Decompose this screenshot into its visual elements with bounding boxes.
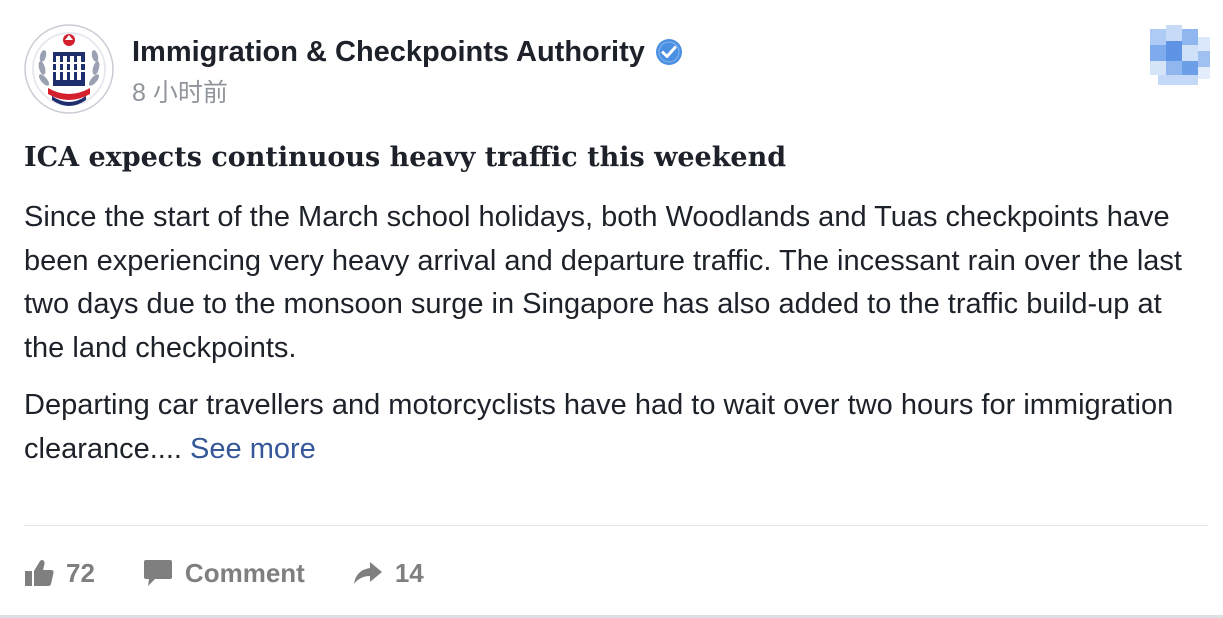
facebook-post-card: Immigration & Checkpoints Authority 8 小时… xyxy=(0,0,1223,618)
see-more-link[interactable]: See more xyxy=(190,433,316,465)
actions-divider xyxy=(24,525,1208,526)
share-arrow-icon xyxy=(353,561,383,585)
comment-label: Comment xyxy=(184,557,305,588)
author-row: Immigration & Checkpoints Authority xyxy=(132,33,683,71)
post-body-paragraph: Since the start of the March school holi… xyxy=(24,201,1182,364)
post-options-button[interactable] xyxy=(1150,25,1212,87)
post-timestamp[interactable]: 8 小时前 xyxy=(132,73,683,109)
page-avatar[interactable] xyxy=(24,24,114,114)
like-count: 72 xyxy=(66,557,95,588)
post-header: Immigration & Checkpoints Authority 8 小时… xyxy=(132,33,683,109)
comment-bubble-icon xyxy=(143,559,173,587)
ica-crest-logo xyxy=(24,24,114,114)
comment-button[interactable]: Comment xyxy=(143,558,305,589)
blurred-options-icon xyxy=(1150,25,1210,85)
verified-badge-icon xyxy=(655,38,683,66)
post-body-paragraph: Departing car travellers and motorcyclis… xyxy=(24,384,1204,471)
post-headline: ICA expects continuous heavy traffic thi… xyxy=(24,142,787,173)
share-button[interactable]: 14 xyxy=(353,558,424,589)
thumbs-up-icon xyxy=(24,559,54,587)
share-count: 14 xyxy=(394,557,424,588)
like-button[interactable]: 72 xyxy=(24,558,95,589)
post-actions-bar: 72 Comment 14 xyxy=(24,551,424,595)
page-name-link[interactable]: Immigration & Checkpoints Authority xyxy=(132,36,645,69)
